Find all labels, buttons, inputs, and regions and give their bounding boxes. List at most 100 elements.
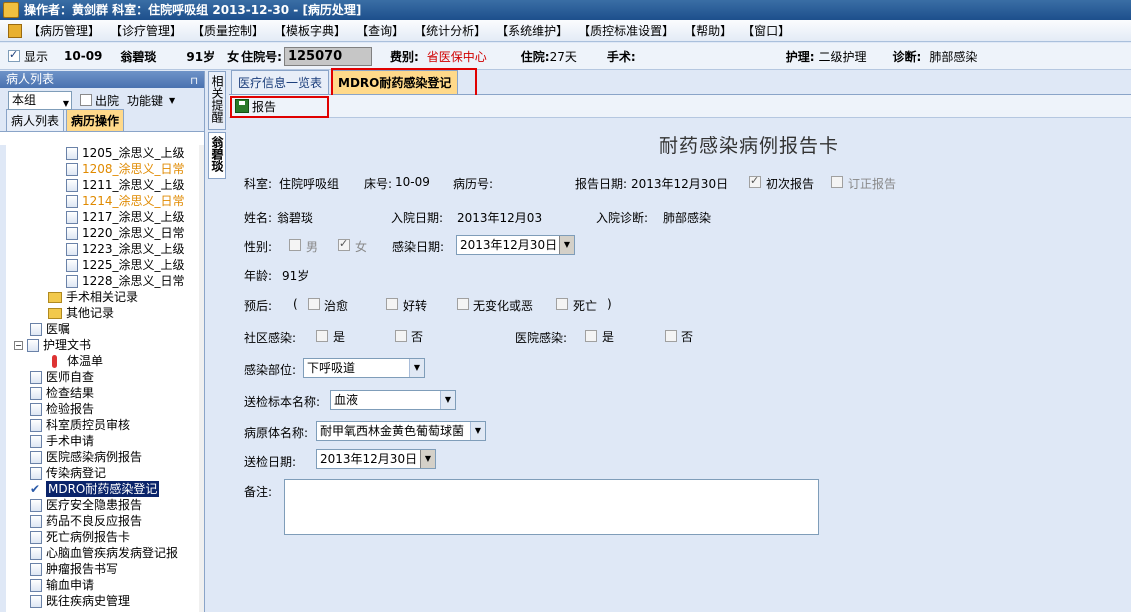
- male-checkbox[interactable]: [289, 239, 301, 251]
- chevron-down-icon[interactable]: ▼: [440, 391, 455, 409]
- document-icon: [66, 162, 78, 176]
- tree-scrollbar[interactable]: [199, 145, 204, 612]
- tree-item[interactable]: 输血申请: [6, 577, 200, 593]
- tree-item[interactable]: 传染病登记: [6, 465, 200, 481]
- tree-item[interactable]: 医疗安全隐患报告: [6, 497, 200, 513]
- tree-item[interactable]: 1225_涂思义_上级: [6, 257, 200, 273]
- prognosis-unchanged-checkbox[interactable]: [457, 298, 469, 310]
- menu-query[interactable]: 【查询】: [356, 22, 404, 39]
- community-no-checkbox[interactable]: [395, 330, 407, 342]
- prognosis-improved-checkbox[interactable]: [386, 298, 398, 310]
- revised-report-checkbox[interactable]: [831, 176, 843, 188]
- tree-item[interactable]: 医嘱: [6, 321, 200, 337]
- menu-treatment-management[interactable]: 【诊疗管理】: [110, 22, 182, 39]
- chevron-down-icon[interactable]: ▼: [169, 96, 175, 105]
- tree-item[interactable]: 其他记录: [6, 305, 200, 321]
- document-icon: [66, 146, 78, 160]
- tree-item[interactable]: 检验报告: [6, 401, 200, 417]
- community-yes-checkbox[interactable]: [316, 330, 328, 342]
- menu-quality-control[interactable]: 【质量控制】: [192, 22, 264, 39]
- tree-item[interactable]: 1208_涂思义_日常: [6, 161, 200, 177]
- tab-patient-list[interactable]: 病人列表: [6, 109, 65, 131]
- age-value: 91岁: [282, 269, 310, 283]
- document-icon: [30, 514, 42, 528]
- tree-item[interactable]: 1220_涂思义_日常: [6, 225, 200, 241]
- hospital-no-checkbox[interactable]: [665, 330, 677, 342]
- notes-textarea[interactable]: [284, 479, 819, 535]
- admit-diagnosis-value: 肺部感染: [663, 211, 712, 225]
- menu-app-icon[interactable]: [8, 23, 22, 38]
- tree-item-label: 护理文书: [43, 338, 92, 352]
- send-date-picker[interactable]: 2013年12月30日 ▼: [316, 449, 436, 469]
- report-button[interactable]: 报告: [252, 98, 276, 115]
- document-icon: [30, 402, 42, 416]
- document-tabs: 医疗信息一览表 MDRO耐药感染登记: [229, 68, 1131, 98]
- tab-mdro-registration[interactable]: MDRO耐药感染登记: [331, 70, 459, 94]
- tree-item[interactable]: 医院感染病例报告: [6, 449, 200, 465]
- prognosis-cured-checkbox[interactable]: [308, 298, 320, 310]
- tree-item-label: 医嘱: [46, 322, 71, 336]
- tree-item[interactable]: 1211_涂思义_上级: [6, 177, 200, 193]
- tree-item-label: 1211_涂思义_上级: [82, 178, 185, 192]
- chevron-down-icon[interactable]: ▼: [409, 359, 424, 377]
- chevron-down-icon[interactable]: ▼: [420, 450, 435, 468]
- menu-window[interactable]: 【窗口】: [742, 22, 790, 39]
- menu-system-maintenance[interactable]: 【系统维护】: [496, 22, 568, 39]
- tree-item[interactable]: 肿瘤报告书写: [6, 561, 200, 577]
- infection-site-select[interactable]: 下呼吸道 ▼: [303, 358, 425, 378]
- prognosis-death-checkbox[interactable]: [556, 298, 568, 310]
- name-label: 姓名:: [244, 211, 273, 225]
- tree-item[interactable]: 1228_涂思义_日常: [6, 273, 200, 289]
- tree-item-label: 手术相关记录: [66, 290, 139, 304]
- tree-item[interactable]: 药品不良反应报告: [6, 513, 200, 529]
- send-date-value: 2013年12月30日: [320, 452, 418, 466]
- document-icon: [30, 466, 42, 480]
- tree-item[interactable]: 1223_涂思义_上级: [6, 241, 200, 257]
- nursing-label: 护理:: [785, 49, 815, 64]
- tree-item-label: 检验报告: [46, 402, 95, 416]
- tree-item[interactable]: 1205_涂思义_上级: [6, 145, 200, 161]
- tree-item[interactable]: 心脑血管疾病发病登记报: [6, 545, 200, 561]
- tree-item[interactable]: ✔ MDRO耐药感染登记: [6, 481, 200, 497]
- menu-help[interactable]: 【帮助】: [684, 22, 732, 39]
- collapse-icon[interactable]: −: [14, 340, 23, 350]
- first-report-checkbox[interactable]: [749, 174, 761, 188]
- infect-date-value: 2013年12月30日: [460, 238, 558, 252]
- tab-related-reminders[interactable]: 相关提醒: [208, 71, 226, 130]
- tree-item[interactable]: 检查结果: [6, 385, 200, 401]
- tree-item[interactable]: 体温单: [6, 353, 200, 369]
- pin-icon[interactable]: ⊓: [190, 73, 198, 90]
- tree-item[interactable]: 死亡病例报告卡: [6, 529, 200, 545]
- discharged-checkbox[interactable]: [80, 94, 92, 106]
- tree-item[interactable]: 手术相关记录: [6, 289, 200, 305]
- chevron-down-icon[interactable]: ▼: [470, 422, 485, 440]
- male-label: 男: [306, 240, 319, 254]
- menu-statistics[interactable]: 【统计分析】: [414, 22, 486, 39]
- chevron-down-icon[interactable]: ▼: [559, 236, 574, 254]
- discharged-label: 出院: [95, 93, 120, 108]
- tab-record-operations[interactable]: 病历操作: [66, 109, 125, 131]
- tree-item[interactable]: 手术申请: [6, 433, 200, 449]
- menu-record-management[interactable]: 【病历管理】: [28, 22, 100, 39]
- tree-item[interactable]: 科室质控员审核: [6, 417, 200, 433]
- specimen-select[interactable]: 血液 ▼: [330, 390, 456, 410]
- dept-label: 科室:: [244, 177, 273, 191]
- tab-patient-name[interactable]: 翁碧琰: [208, 132, 226, 179]
- window-title: 操作者：黄剑群 科室：住院呼吸组 2013-12-30 - [病历处理]: [24, 3, 362, 17]
- function-key-button[interactable]: 功能键: [127, 92, 163, 109]
- infect-date-picker[interactable]: 2013年12月30日 ▼: [456, 235, 575, 255]
- menu-template-dictionary[interactable]: 【模板字典】: [274, 22, 346, 39]
- female-checkbox[interactable]: [338, 237, 350, 251]
- group-select[interactable]: 本组 ▼: [8, 90, 72, 110]
- tree-item[interactable]: 既往疾病史管理: [6, 593, 200, 609]
- tree-item[interactable]: 1214_涂思义_日常: [6, 193, 200, 209]
- tree-item[interactable]: 医师自查: [6, 369, 200, 385]
- tree-item[interactable]: 1217_涂思义_上级: [6, 209, 200, 225]
- pathogen-select[interactable]: 耐甲氧西林金黄色葡萄球菌 ▼: [316, 421, 486, 441]
- nursing-value: 二级护理: [818, 49, 867, 64]
- tab-medical-info-overview[interactable]: 医疗信息一览表: [231, 70, 330, 94]
- show-checkbox[interactable]: [8, 48, 20, 62]
- tree-item[interactable]: − 护理文书: [6, 337, 200, 353]
- hospital-yes-checkbox[interactable]: [585, 330, 597, 342]
- menu-qc-standard-settings[interactable]: 【质控标准设置】: [578, 22, 674, 39]
